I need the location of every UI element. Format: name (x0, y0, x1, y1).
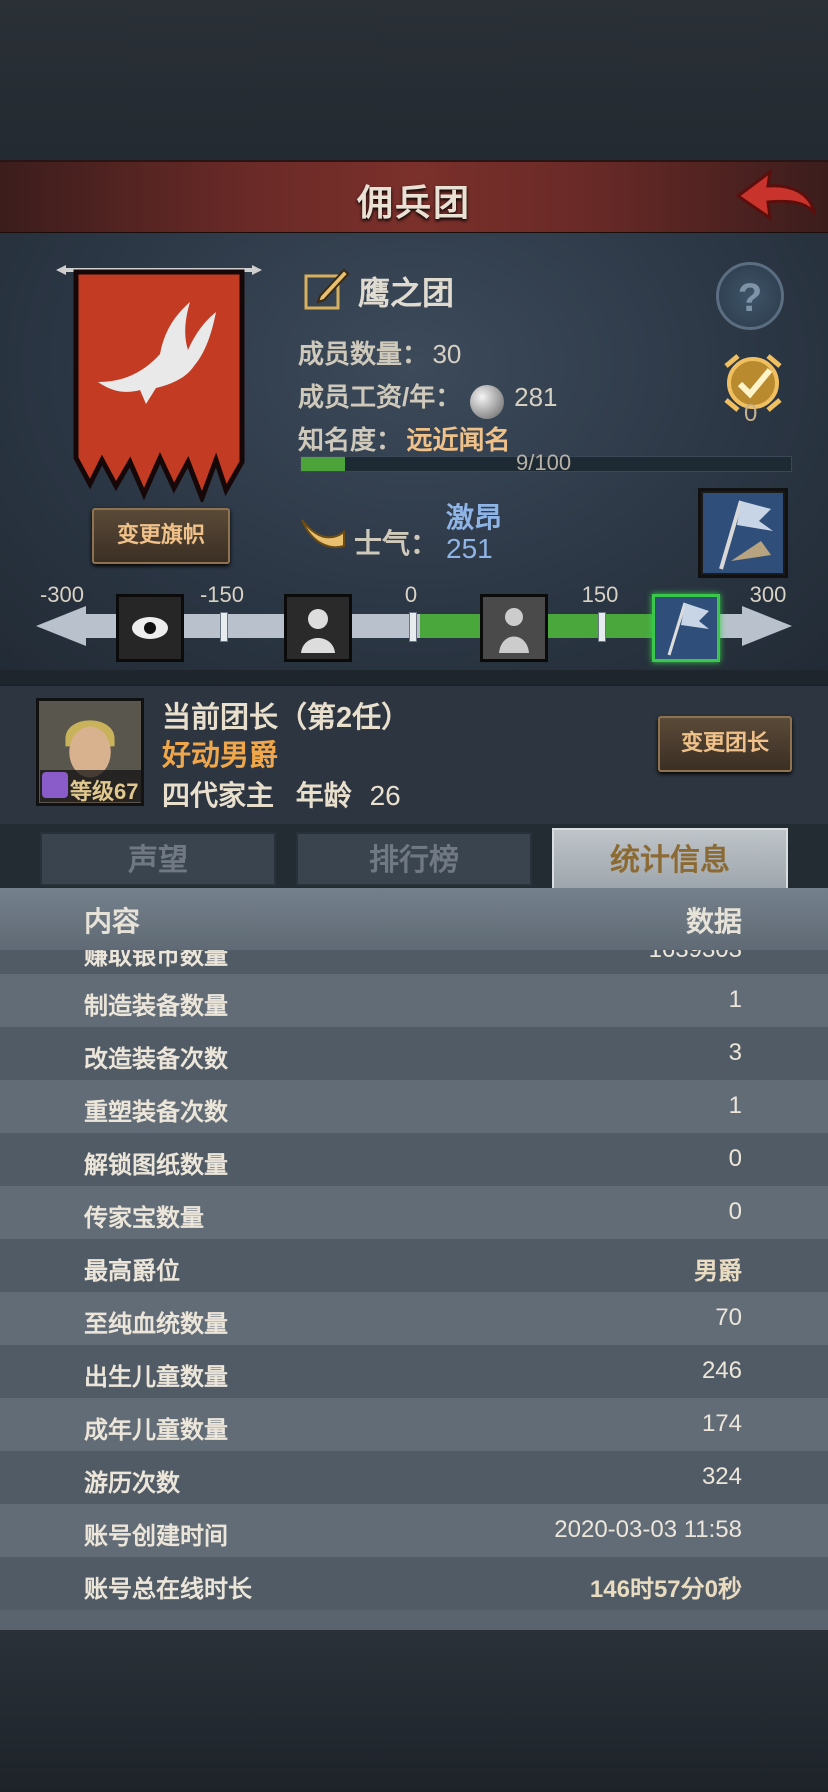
change-flag-button[interactable]: 变更旗帜 (92, 508, 230, 564)
scale-label: 300 (749, 582, 787, 607)
stat-value: 1639303 (649, 950, 742, 964)
tab-bar: 声望 排行榜 统计信息 (0, 824, 828, 890)
guild-banner (56, 265, 262, 502)
change-leader-button[interactable]: 变更团长 (658, 716, 792, 772)
title-bar: 佣兵团 (0, 160, 828, 235)
fame-progress-fill (301, 457, 346, 471)
stat-value: 0 (728, 1145, 742, 1172)
fame-value: 远近闻名 (406, 425, 511, 455)
stat-label: 账号总在线时长 (84, 1576, 252, 1603)
fame-label: 知名度： (298, 425, 403, 455)
stat-label: 至纯血统数量 (84, 1311, 228, 1338)
stat-label: 解锁图纸数量 (84, 1152, 228, 1179)
tab-statistics[interactable]: 统计信息 (552, 828, 788, 890)
table-row: 账号总在线时长 146时57分0秒 (0, 1557, 828, 1610)
silver-coin-icon (469, 384, 504, 419)
fame-row: 知名度： 远近闻名 (298, 420, 510, 457)
help-button[interactable]: ? (716, 262, 784, 330)
eye-icon[interactable] (116, 594, 184, 662)
salary-row: 成员工资/年： 281 (298, 377, 558, 419)
table-row: 重塑装备次数 1 (0, 1080, 828, 1133)
age-value: 26 (369, 780, 401, 811)
salary-value: 281 (514, 382, 558, 412)
stat-value: 246 (701, 1357, 742, 1384)
morale-flag-icon[interactable] (698, 488, 788, 578)
guild-name: 鹰之团 (358, 275, 455, 311)
members-label: 成员数量： (298, 339, 429, 369)
page-title: 佣兵团 (356, 182, 471, 223)
stat-value: 男爵 (694, 1258, 742, 1285)
top-background (0, 0, 828, 160)
stat-value: 1 (728, 1092, 742, 1119)
stat-value: 324 (701, 1463, 742, 1490)
horn-icon (301, 519, 345, 549)
stat-label: 传家宝数量 (84, 1205, 204, 1232)
stats-header: 内容 数据 (0, 888, 828, 950)
level-text: 等级67 (70, 779, 139, 804)
stats-list[interactable]: 内容 数据 赚取银币数量 1639303 制造装备数量 1 改造装备次数 3 重塑装备次… (0, 888, 828, 1630)
fame-progress-text: 9/100 (516, 450, 572, 475)
scale-label: -300 (39, 582, 85, 607)
tab-ranking[interactable]: 排行榜 (296, 832, 532, 886)
table-row: 改造装备次数 3 (0, 1027, 828, 1080)
scale-label: -150 (199, 582, 245, 607)
table-row: 制造装备数量 1 (0, 974, 828, 1027)
back-arrow-icon[interactable] (734, 166, 818, 226)
stat-label: 账号创建时间 (84, 1523, 228, 1550)
stat-value: 2020-03-03 11:58 (554, 1516, 742, 1543)
table-row: 成年儿童数量 174 (0, 1398, 828, 1451)
stat-label: 改造装备次数 (84, 1046, 228, 1073)
leader-role: 四代家主 (162, 780, 275, 811)
bottom-background (0, 1630, 828, 1792)
leader-info: 四代家主 年龄 26 (162, 774, 401, 814)
table-row: 赚取银币数量 1639303 (0, 950, 828, 974)
stat-value: 0 (728, 1198, 742, 1225)
table-row: 账号创建时间 2020-03-03 11:58 (0, 1504, 828, 1557)
stat-value: 174 (701, 1410, 742, 1437)
morale-value: 251 (446, 533, 493, 564)
edit-name-icon[interactable] (304, 266, 350, 312)
members-value: 30 (432, 339, 462, 369)
rally-flag-icon[interactable] (652, 594, 720, 662)
table-row: 解锁图纸数量 0 (0, 1133, 828, 1186)
members-row: 成员数量： 30 (298, 334, 461, 371)
tab-reputation[interactable]: 声望 (40, 832, 276, 886)
stat-label: 出生儿童数量 (84, 1364, 228, 1391)
leader-name: 好动男爵 (162, 740, 279, 772)
scale-left-arrow (36, 606, 86, 646)
stat-label: 成年儿童数量 (84, 1417, 228, 1444)
morale-state: 激昂 (446, 502, 503, 533)
salary-label: 成员工资/年： (298, 382, 462, 412)
stat-value: 3 (728, 1039, 742, 1066)
scale-tick (220, 612, 228, 642)
scale-tick (409, 612, 417, 642)
scale-tick (598, 612, 606, 642)
stat-value: 1 (728, 986, 742, 1013)
scale-label: 0 (404, 582, 418, 607)
stat-value: 146时57分0秒 (589, 1576, 742, 1603)
scale-right-arrow (742, 606, 792, 646)
age-label: 年龄 (295, 780, 352, 811)
calm-icon[interactable] (480, 594, 548, 662)
scale-label: 150 (581, 582, 619, 607)
table-row: 最高爵位 男爵 (0, 1239, 828, 1292)
stat-label: 游历次数 (84, 1470, 180, 1497)
stat-label: 赚取银币数量 (84, 950, 228, 970)
stats-header-data: 数据 (685, 906, 742, 937)
table-row: 传家宝数量 0 (0, 1186, 828, 1239)
medal-count: 0 (744, 400, 758, 427)
stats-header-content: 内容 (84, 906, 141, 937)
stat-value: 70 (715, 1304, 742, 1331)
table-row: 游历次数 324 (0, 1451, 828, 1504)
wand-icon (42, 772, 68, 798)
stat-label: 制造装备数量 (84, 993, 228, 1020)
leader-title: 当前团长（第2任） (162, 702, 411, 734)
morale-label: 士气： (354, 528, 439, 559)
stat-label: 最高爵位 (84, 1258, 180, 1285)
table-row: 至纯血统数量 70 (0, 1292, 828, 1345)
stat-label: 重塑装备次数 (84, 1099, 228, 1126)
despair-icon[interactable] (284, 594, 352, 662)
table-row: 出生儿童数量 246 (0, 1345, 828, 1398)
